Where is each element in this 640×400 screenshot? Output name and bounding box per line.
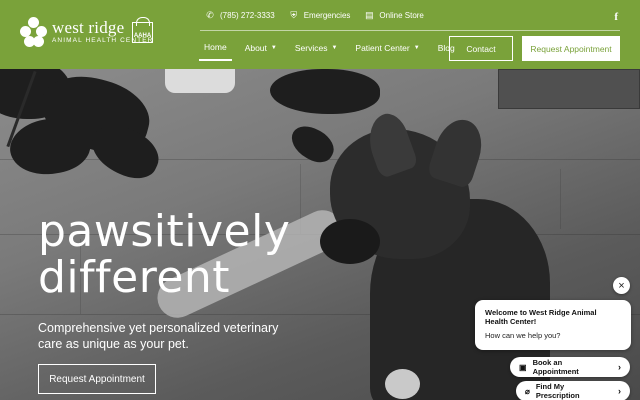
chat-close-button[interactable]: × [613, 277, 630, 294]
emergencies-link[interactable]: ⛨ Emergencies [289, 9, 351, 20]
pill-icon: ⌀ [525, 386, 530, 396]
chevron-down-icon: ▼ [270, 45, 277, 51]
book-appointment-button[interactable]: ▣ Book an Appointment › [510, 357, 630, 377]
chevron-down-icon: ▼ [331, 45, 338, 51]
facebook-icon[interactable]: f [614, 11, 618, 23]
shield-icon: ⛨ [290, 9, 298, 20]
hero-request-appointment-button[interactable]: Request Appointment [38, 364, 156, 394]
chevron-down-icon: ▼ [413, 45, 420, 51]
phone-link[interactable]: ✆ (785) 272-3333 [205, 10, 275, 20]
emergencies-label: Emergencies [303, 10, 351, 20]
plant-leaf [270, 69, 380, 114]
nav-item-services[interactable]: Services ▼ [290, 35, 343, 61]
chat-title: Welcome to West Ridge Animal Health Cent… [485, 308, 597, 326]
online-store-label: Online Store [379, 10, 424, 20]
phone-number: (785) 272-3333 [220, 10, 275, 20]
chat-message: How can we help you? [485, 331, 561, 340]
nav-item-about[interactable]: About ▼ [240, 35, 282, 61]
request-appointment-button[interactable]: Request Appointment [522, 36, 620, 61]
top-utility-bar: ✆ (785) 272-3333 ⛨ Emergencies ▤ Online … [205, 10, 438, 20]
nav-item-home[interactable]: Home [199, 35, 232, 61]
chevron-right-icon: › [618, 362, 621, 372]
chevron-right-icon: › [618, 386, 621, 396]
chat-welcome-bubble: Welcome to West Ridge Animal Health Cent… [475, 300, 631, 350]
hero-subtext: Comprehensive yet personalized veterinar… [38, 321, 279, 351]
phone-icon: ✆ [206, 9, 214, 20]
main-nav: Home About ▼ Services ▼ Patient Center ▼ Bl… [199, 35, 468, 61]
online-store-link[interactable]: ▤ Online Store [364, 9, 424, 20]
calendar-icon: ▣ [519, 362, 527, 372]
hero-section: pawsitively different Comprehensive yet … [0, 69, 640, 400]
contact-button[interactable]: Contact [449, 36, 513, 61]
floor-mat [498, 69, 640, 109]
paw-flower-icon [20, 17, 48, 47]
header-divider [200, 30, 620, 31]
aaha-badge: AAHA [132, 17, 153, 43]
plant-pot [165, 69, 235, 93]
hero-headline: pawsitively different [38, 206, 291, 303]
store-icon: ▤ [365, 9, 374, 20]
find-prescription-button[interactable]: ⌀ Find My Prescription › [516, 381, 630, 400]
nav-item-patient-center[interactable]: Patient Center ▼ [350, 35, 424, 61]
site-header: west ridge ANIMAL HEALTH CENTER AAHA ✆ (… [0, 0, 640, 69]
